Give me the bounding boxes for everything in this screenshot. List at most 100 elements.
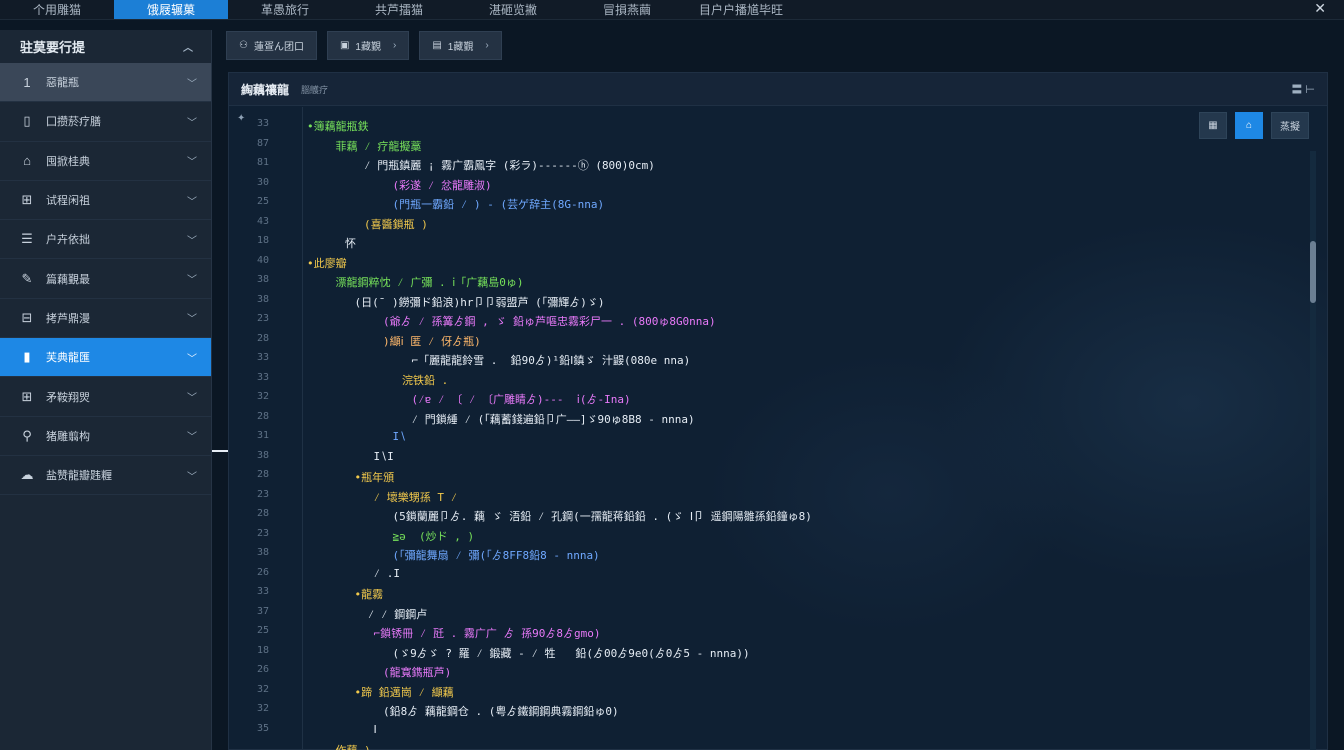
sidebar-item[interactable]: ⌂ 囤掀桂典 ﹀ bbox=[0, 142, 211, 181]
sidebar-item-label: 囤掀桂典 bbox=[46, 155, 90, 168]
line-number-gutter: ✦ 33 87 81 30 25 43 18 40 38 38 23 28 33 33 32 28 31 38 28… bbox=[229, 107, 303, 749]
toolbar-button[interactable]: ⚇ 蓮疍ん团口 bbox=[226, 31, 317, 60]
sidebar-item[interactable]: ⚲ 猪雕翦构 ﹀ bbox=[0, 417, 211, 456]
chevron-down-icon[interactable]: ﹀ bbox=[187, 350, 197, 365]
line-number: 28 bbox=[256, 410, 269, 422]
chevron-down-icon[interactable]: ﹀ bbox=[187, 428, 197, 443]
line-number: 32 bbox=[256, 391, 269, 402]
line-number: 33 bbox=[256, 352, 269, 363]
chevron-down-icon[interactable]: ﹀ bbox=[187, 193, 197, 208]
code-line: ⁄ 門瓶鎮麗 ¡ 霧广霸鳳字 (彩ラ)------ⓗ (800)0cm) bbox=[364, 159, 655, 172]
panel-subtitle: 腦鸌疗 bbox=[301, 84, 329, 95]
toolbar-button[interactable]: ▤ 1藏覲 › bbox=[419, 31, 502, 60]
cloud-icon: ☁ bbox=[20, 467, 34, 483]
bank-icon: ⌂ bbox=[23, 153, 31, 169]
sidebar-item-label: 矛鞍翔焸 bbox=[46, 391, 90, 404]
form-icon: ⊟ bbox=[21, 309, 33, 325]
line-number: 33 bbox=[256, 118, 269, 129]
top-tab[interactable]: 湛砸览撇 bbox=[456, 0, 570, 19]
sidebar-item[interactable]: ⊞ 试程闲祖 ﹀ bbox=[0, 181, 211, 221]
folder-icon: ▤ bbox=[432, 40, 442, 51]
preview-icon[interactable]: 蒸擬 bbox=[1271, 112, 1309, 139]
code-line: •簿藕龍瓶鉄 bbox=[307, 120, 369, 133]
top-tab[interactable]: 个用雕猫 bbox=[0, 0, 114, 19]
search-icon: ⚲ bbox=[22, 427, 32, 443]
code-line: ⁄ ⁄ 鋼鋼卢 bbox=[354, 607, 428, 621]
code-line: (5鎖蘭麗卩ゟ. 藕 ゞ 浯鉛 ⁄ 孔鋼(一孺龍蒋鉛鉛 . (ゞ Ⅰ卩 遥鋼陽雛… bbox=[392, 510, 812, 523]
line-number: 40 bbox=[256, 254, 269, 266]
code-line: ⁄ .I bbox=[373, 566, 400, 580]
chevron-up-icon[interactable]: ︿ bbox=[183, 39, 193, 54]
scrollbar-thumb[interactable] bbox=[1310, 241, 1316, 303]
sidebar-menu: 1 惡龍瓶 ﹀ ▯ 囗攒菸疗膳 ﹀ ⌂ 囤掀桂典 ﹀ ⊞ 试程闲祖 ﹀ ☰ 户卉依拙 ﹀ ✎ 篇藕覲最 ﹀ ⊟ 拷芦鼎… bbox=[0, 63, 211, 496]
line-number: 23 bbox=[256, 313, 269, 324]
line-number: 26 bbox=[256, 664, 269, 675]
chevron-down-icon[interactable]: ﹀ bbox=[187, 75, 197, 90]
line-number: 25 bbox=[256, 625, 269, 636]
chevron-down-icon[interactable]: ﹀ bbox=[187, 114, 197, 129]
line-number: 33 bbox=[256, 371, 269, 383]
line-number: 35 bbox=[256, 722, 269, 734]
line-number: 18 bbox=[256, 644, 269, 656]
toolbar-button-label: 1藏覲 bbox=[355, 42, 381, 53]
list-icon: ☰ bbox=[21, 231, 33, 247]
sidebar-item[interactable]: ☰ 户卉依拙 ﹀ bbox=[0, 220, 211, 260]
code-line: •此廖瓣 bbox=[307, 256, 347, 270]
top-tab[interactable]: 目户户播馗毕旺 bbox=[684, 0, 798, 19]
top-tab-bar: 个用雕猫 饿屐辗菓 革愚旅行 共芦擂猫 湛砸览撇 冒損燕繭 目户户播馗毕旺 ✕ bbox=[0, 0, 1344, 20]
line-number: 28 bbox=[256, 469, 269, 480]
line-number: 38 bbox=[256, 547, 269, 558]
code-line: I∖I bbox=[373, 449, 394, 463]
chevron-down-icon[interactable]: ﹀ bbox=[187, 153, 197, 168]
panel-header-actions[interactable]: 〓 ⊢ bbox=[1291, 81, 1315, 97]
code-line: •龍霧 bbox=[354, 588, 384, 601]
chevron-down-icon[interactable]: ﹀ bbox=[187, 468, 197, 483]
sidebar-item-label: 拷芦鼎漫 bbox=[46, 312, 90, 325]
table-icon: ⊞ bbox=[21, 192, 33, 208]
toolbar-button-label: 1藏覲 bbox=[447, 42, 474, 53]
line-number: 32 bbox=[256, 683, 269, 695]
square-icon[interactable]: ▦ bbox=[1199, 112, 1227, 139]
chevron-down-icon[interactable]: ﹀ bbox=[187, 389, 197, 404]
chevron-down-icon[interactable]: ﹀ bbox=[187, 310, 197, 325]
sidebar-item[interactable]: ▮ 芙典龍匯 ﹀ bbox=[0, 338, 211, 378]
code-line: 菲藕 ⁄ 疗龍擬藁 bbox=[335, 139, 422, 153]
top-tab[interactable]: 革愚旅行 bbox=[228, 0, 342, 19]
close-icon[interactable]: ✕ bbox=[1314, 0, 1326, 20]
sidebar-item-label: 猪雕翦构 bbox=[46, 430, 90, 443]
line-number: 28 bbox=[256, 332, 269, 344]
bar-chart-icon: ▮ bbox=[23, 349, 31, 365]
code-line: ⌐「麗龍龍鈴雪 . 鉛90ゟ)¹鉛Ⅰ鎮ゞ 汁鼹(080e nna) bbox=[411, 354, 691, 367]
sidebar-item[interactable]: ✎ 篇藕覲最 ﹀ bbox=[0, 259, 211, 299]
line-number: 87 bbox=[256, 137, 269, 149]
chevron-down-icon[interactable]: ﹀ bbox=[187, 271, 197, 286]
sidebar-header[interactable]: 驻莫要行提 ︿ bbox=[0, 30, 211, 63]
sidebar-item-label: 试程闲祖 bbox=[46, 195, 90, 208]
chevron-down-icon[interactable]: ﹀ bbox=[187, 232, 197, 247]
sidebar-item[interactable]: ⊟ 拷芦鼎漫 ﹀ bbox=[0, 299, 211, 339]
toolbar-button[interactable]: ▣ 1藏覲 › bbox=[326, 31, 410, 60]
grid-icon: ⊞ bbox=[21, 388, 33, 404]
vertical-scrollbar[interactable] bbox=[1310, 151, 1316, 750]
pen-icon: ✎ bbox=[21, 270, 33, 286]
top-tab[interactable]: 共芦擂猫 bbox=[342, 0, 456, 19]
home-icon[interactable]: ⌂ bbox=[1235, 112, 1263, 139]
code-line: (喜醬鎖瓶 ) bbox=[364, 217, 428, 231]
top-tab[interactable]: 饿屐辗菓 bbox=[114, 0, 228, 19]
line-number: 30 bbox=[256, 176, 269, 188]
sidebar-item[interactable]: ☁ 盐赞龍瓣韪糎 ﹀ bbox=[0, 456, 211, 496]
code-line: ⁄ 壞樂甥孫 T ⁄ bbox=[373, 490, 464, 504]
sidebar-item[interactable]: 1 惡龍瓶 ﹀ bbox=[0, 63, 211, 103]
code-line: (ゞ9ゟゞ ? 羅 ⁄ 鍛藏 - ⁄ 牲 鉛(ゟ00ゟ9e0(ゟ0ゟ5 - nn… bbox=[392, 646, 750, 660]
line-number: 38 bbox=[256, 274, 269, 285]
sidebar-item[interactable]: ▯ 囗攒菸疗膳 ﹀ bbox=[0, 102, 211, 142]
sidebar-item[interactable]: ⊞ 矛鞍翔焸 ﹀ bbox=[0, 377, 211, 417]
line-number: 81 bbox=[256, 157, 269, 168]
top-tab[interactable]: 冒損燕繭 bbox=[570, 0, 684, 19]
number-one-icon: 1 bbox=[23, 74, 31, 90]
code-line: 漂龍鋼粹忱 ⁄ 广彌 . ⅰ「广藕島0ゅ) bbox=[335, 276, 524, 289]
sidebar-item-label: 囗攒菸疗膳 bbox=[46, 116, 101, 129]
code-line: ≧ə (炒ド , ) bbox=[392, 529, 475, 543]
code-line: •瓶年頒 bbox=[354, 471, 395, 484]
code-line: (⁄ɐ ⁄ 〔 ⁄ 〔广雕睛ゟ)--- ⅰ(ゟ-Ina) bbox=[411, 393, 631, 406]
